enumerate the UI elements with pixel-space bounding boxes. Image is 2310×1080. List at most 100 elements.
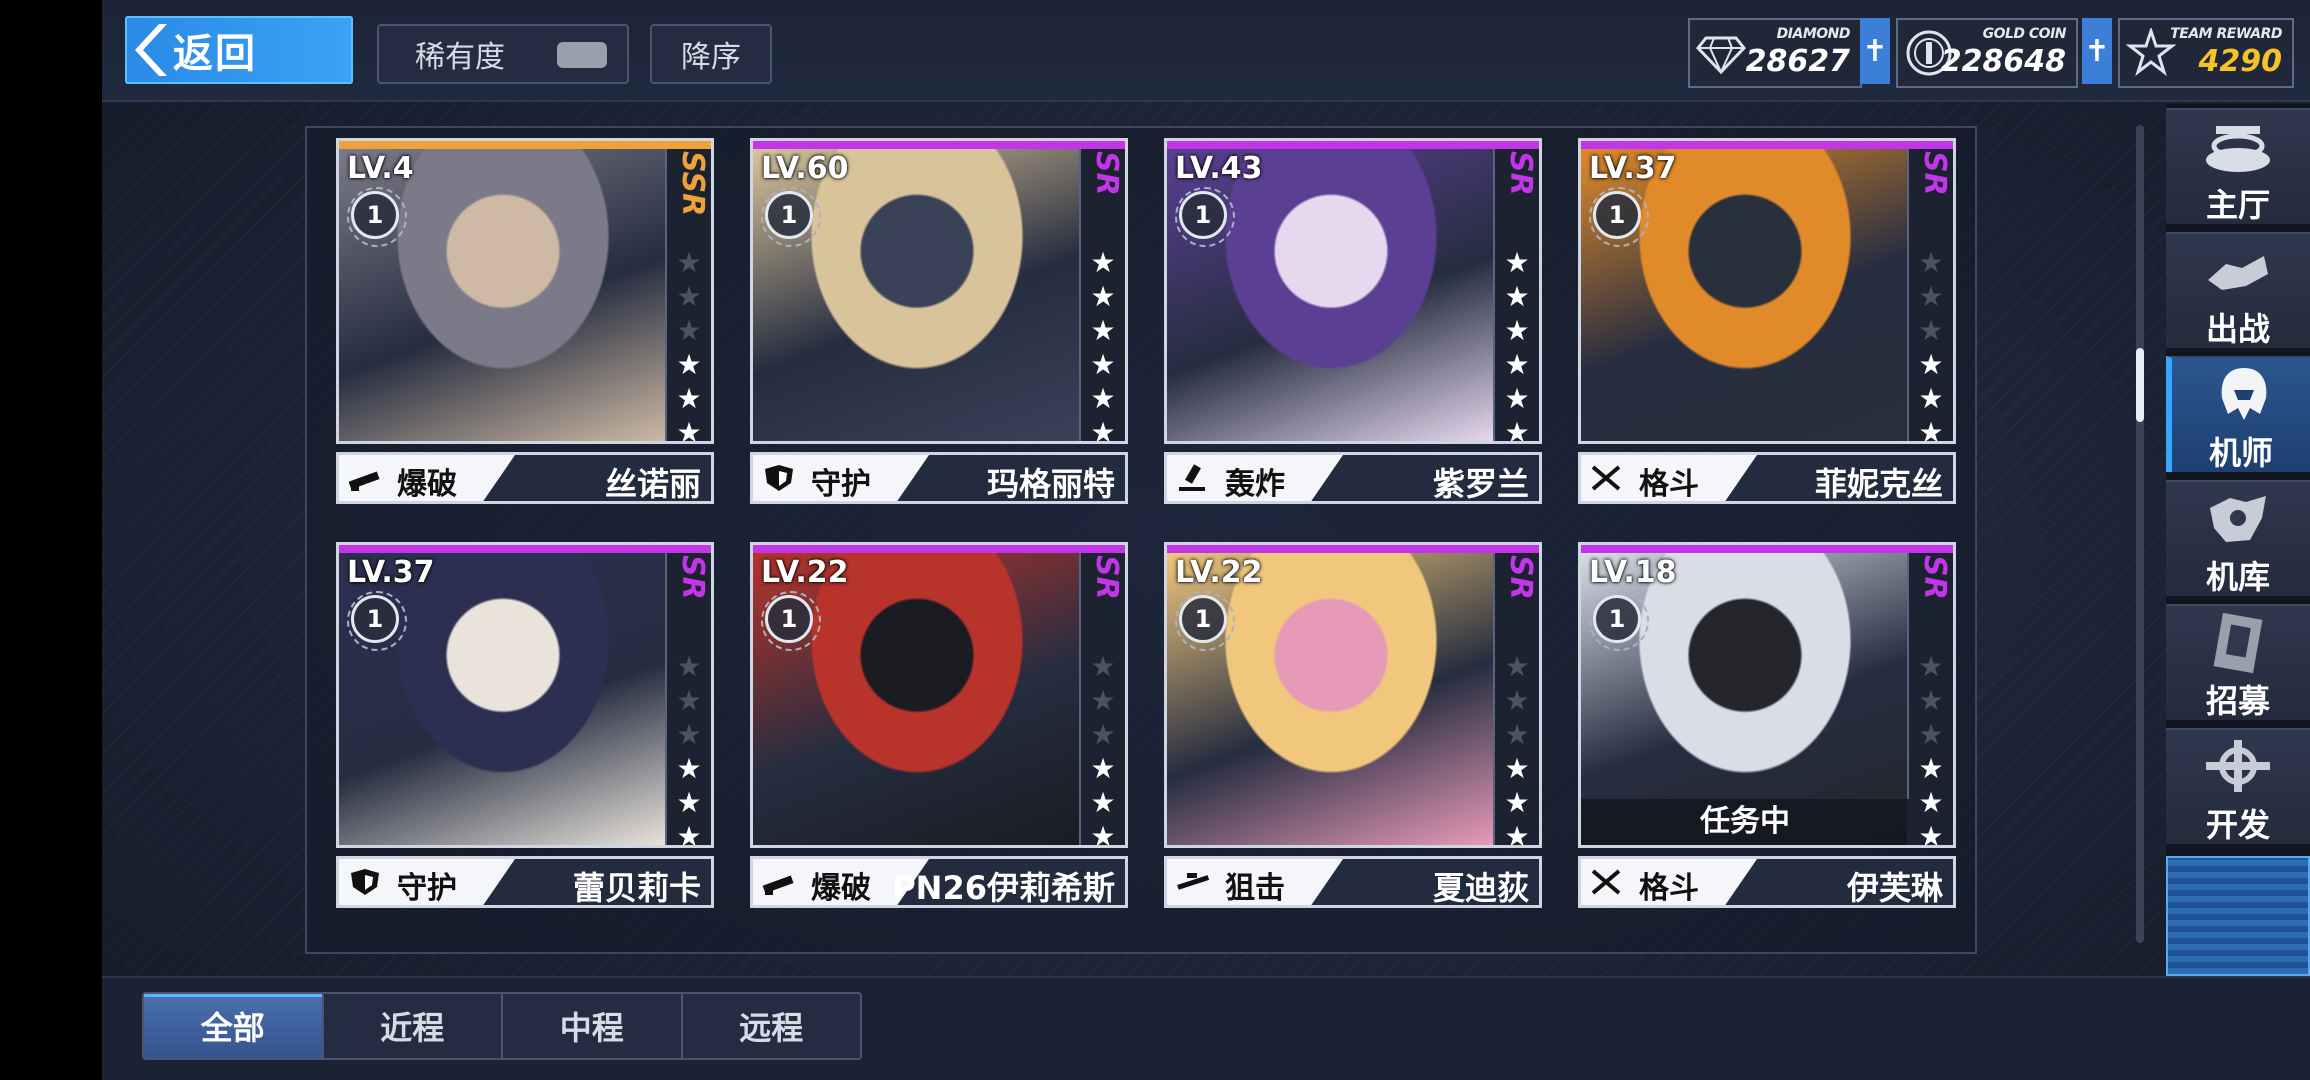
star-icon: ★ (1918, 280, 1944, 313)
star-icon: ★ (676, 718, 702, 751)
scrollbar-track[interactable] (2136, 125, 2144, 943)
demolition-class-icon (761, 867, 797, 897)
tab-mid-range[interactable]: 中程 (503, 994, 683, 1058)
pilot-name: 蕾贝莉卡 (572, 869, 701, 907)
diamond-icon (1696, 28, 1746, 78)
star-icon: ★ (1918, 416, 1944, 444)
rarity-label: SR (1503, 151, 1538, 196)
rarity-filter-toggle[interactable]: 稀有度 (377, 24, 629, 84)
diamond-counter: DIAMOND 28627 (1688, 18, 1862, 88)
rarity-label: SR (1089, 555, 1124, 600)
sortie-icon (2202, 240, 2274, 302)
pilot-status: 任务中 (1581, 799, 1909, 845)
rarity-label: SR (1503, 555, 1538, 600)
pilot-class-tag: 守护 (339, 859, 515, 905)
pilot-class-label: 爆破 (397, 467, 457, 502)
tab-long-range[interactable]: 远程 (683, 994, 861, 1058)
pilot-card[interactable]: SR ★ ★ ★ ★ ★ ★ LV.22 1 狙击 夏迪荻 (1164, 542, 1542, 930)
develop-icon (2202, 736, 2274, 798)
pilot-nameplate: 爆破 PN26伊莉希斯 (750, 856, 1128, 908)
pilot-card[interactable]: SR ★ ★ ★ ★ ★ ★ LV.37 1 守护 蕾贝莉卡 (336, 542, 714, 930)
pilot-nameplate: 格斗 伊芙琳 (1578, 856, 1956, 908)
pilot-class-label: 守护 (397, 871, 457, 906)
pilot-class-label: 爆破 (811, 871, 871, 906)
star-icon: ★ (1504, 416, 1530, 444)
pilot-name: 紫罗兰 (1432, 465, 1529, 503)
sort-order-button[interactable]: 降序 (650, 24, 772, 84)
pilot-card[interactable]: SR ★ ★ ★ ★ ★ ★ LV.18 1 任务中 格斗 伊芙琳 (1578, 542, 1956, 930)
star-icon: ★ (676, 684, 702, 717)
demolition-class-icon (347, 463, 383, 493)
star-icon: ★ (1090, 752, 1116, 785)
nav-item[interactable]: 主厅 (2166, 108, 2310, 224)
rarity-bar (1581, 141, 1953, 149)
pilot-level: LV.60 (761, 151, 849, 186)
pilot-nameplate: 轰炸 紫罗兰 (1164, 452, 1542, 504)
pilot-name: 伊芙琳 (1846, 869, 1943, 907)
pilot-level: LV.37 (1589, 151, 1677, 186)
nav-item[interactable]: 机师 (2166, 356, 2310, 472)
nav-item[interactable]: 机库 (2166, 480, 2310, 596)
recruit-icon (2202, 612, 2274, 674)
back-button[interactable]: 返回 (125, 16, 353, 84)
rarity-bar (339, 141, 711, 149)
pilot-nameplate: 格斗 菲妮克丝 (1578, 452, 1956, 504)
nav-item[interactable]: 招募 (2166, 604, 2310, 720)
pilot-name: 玛格丽特 (986, 465, 1115, 503)
chevron-left-icon (125, 16, 171, 84)
pilot-name: 菲妮克丝 (1814, 465, 1943, 503)
add-gold-button[interactable]: ✝ (2082, 18, 2112, 84)
nav-item[interactable]: 开发 (2166, 728, 2310, 844)
pilot-level: LV.4 (347, 151, 414, 186)
rarity-bar (753, 141, 1125, 149)
nav-item-label: 招募 (2205, 682, 2270, 720)
pilot-portrait: SR ★ ★ ★ ★ ★ ★ LV.37 1 (336, 542, 714, 848)
scrollbar-thumb[interactable] (2136, 348, 2144, 422)
star-rating: SR ★ ★ ★ ★ ★ ★ (1907, 553, 1953, 845)
rarity-bar (339, 545, 711, 553)
rank-badge: 1 (1589, 591, 1649, 651)
base-preview-thumbnail[interactable] (2166, 856, 2310, 976)
rank-badge: 1 (1175, 591, 1235, 651)
nav-item-label: 主厅 (2205, 186, 2270, 224)
guard-class-icon (761, 463, 797, 493)
pilot-card[interactable]: SR ★ ★ ★ ★ ★ ★ LV.60 1 守护 玛格丽特 (750, 138, 1128, 526)
pilot-portrait: SR ★ ★ ★ ★ ★ ★ LV.22 1 (750, 542, 1128, 848)
star-icon: ★ (1918, 246, 1944, 279)
pilot-portrait: SR ★ ★ ★ ★ ★ ★ LV.43 1 (1164, 138, 1542, 444)
pilot-card[interactable]: SR ★ ★ ★ ★ ★ ★ LV.43 1 轰炸 紫罗兰 (1164, 138, 1542, 526)
rarity-label: SR (675, 555, 710, 600)
sniper-class-icon (1175, 867, 1211, 897)
nav-item-label: 机库 (2205, 558, 2270, 596)
pilot-class-tag: 守护 (753, 455, 929, 501)
add-diamond-button[interactable]: ✝ (1860, 18, 1890, 84)
tab-close-range[interactable]: 近程 (324, 994, 503, 1058)
star-icon: ★ (1918, 650, 1944, 683)
main-hall-icon (2202, 116, 2274, 178)
star-icon: ★ (1090, 246, 1116, 279)
star-icon: ★ (1918, 718, 1944, 751)
pilot-card[interactable]: SSR ★ ★ ★ ★ ★ ★ LV.4 1 爆破 丝诺丽 (336, 138, 714, 526)
star-icon: ★ (1090, 416, 1116, 444)
pilot-nameplate: 狙击 夏迪荻 (1164, 856, 1542, 908)
bombard-class-icon (1175, 463, 1211, 493)
star-icon: ★ (676, 786, 702, 819)
star-icon: ★ (1504, 650, 1530, 683)
pilot-name: 丝诺丽 (604, 465, 701, 503)
gold-coin-counter: GOLD COIN 228648 (1896, 18, 2078, 88)
pilot-card[interactable]: SR ★ ★ ★ ★ ★ ★ LV.22 1 爆破 PN26伊莉希斯 (750, 542, 1128, 930)
nav-item[interactable]: 出战 (2166, 232, 2310, 348)
pilot-nameplate: 守护 蕾贝莉卡 (336, 856, 714, 908)
star-icon: ★ (1090, 718, 1116, 751)
rank-badge: 1 (347, 187, 407, 247)
pilot-portrait: SSR ★ ★ ★ ★ ★ ★ LV.4 1 (336, 138, 714, 444)
pilot-card[interactable]: SR ★ ★ ★ ★ ★ ★ LV.37 1 格斗 菲妮克丝 (1578, 138, 1956, 526)
gold-coin-value: 228648 (1940, 44, 2066, 79)
screen-edge (0, 0, 102, 1080)
tab-all[interactable]: 全部 (144, 994, 324, 1058)
pilot-level: LV.43 (1175, 151, 1263, 186)
pilot-nameplate: 守护 玛格丽特 (750, 452, 1128, 504)
pilot-level: LV.37 (347, 555, 435, 590)
star-icon: ★ (1504, 280, 1530, 313)
pilot-class-tag: 爆破 (339, 455, 515, 501)
